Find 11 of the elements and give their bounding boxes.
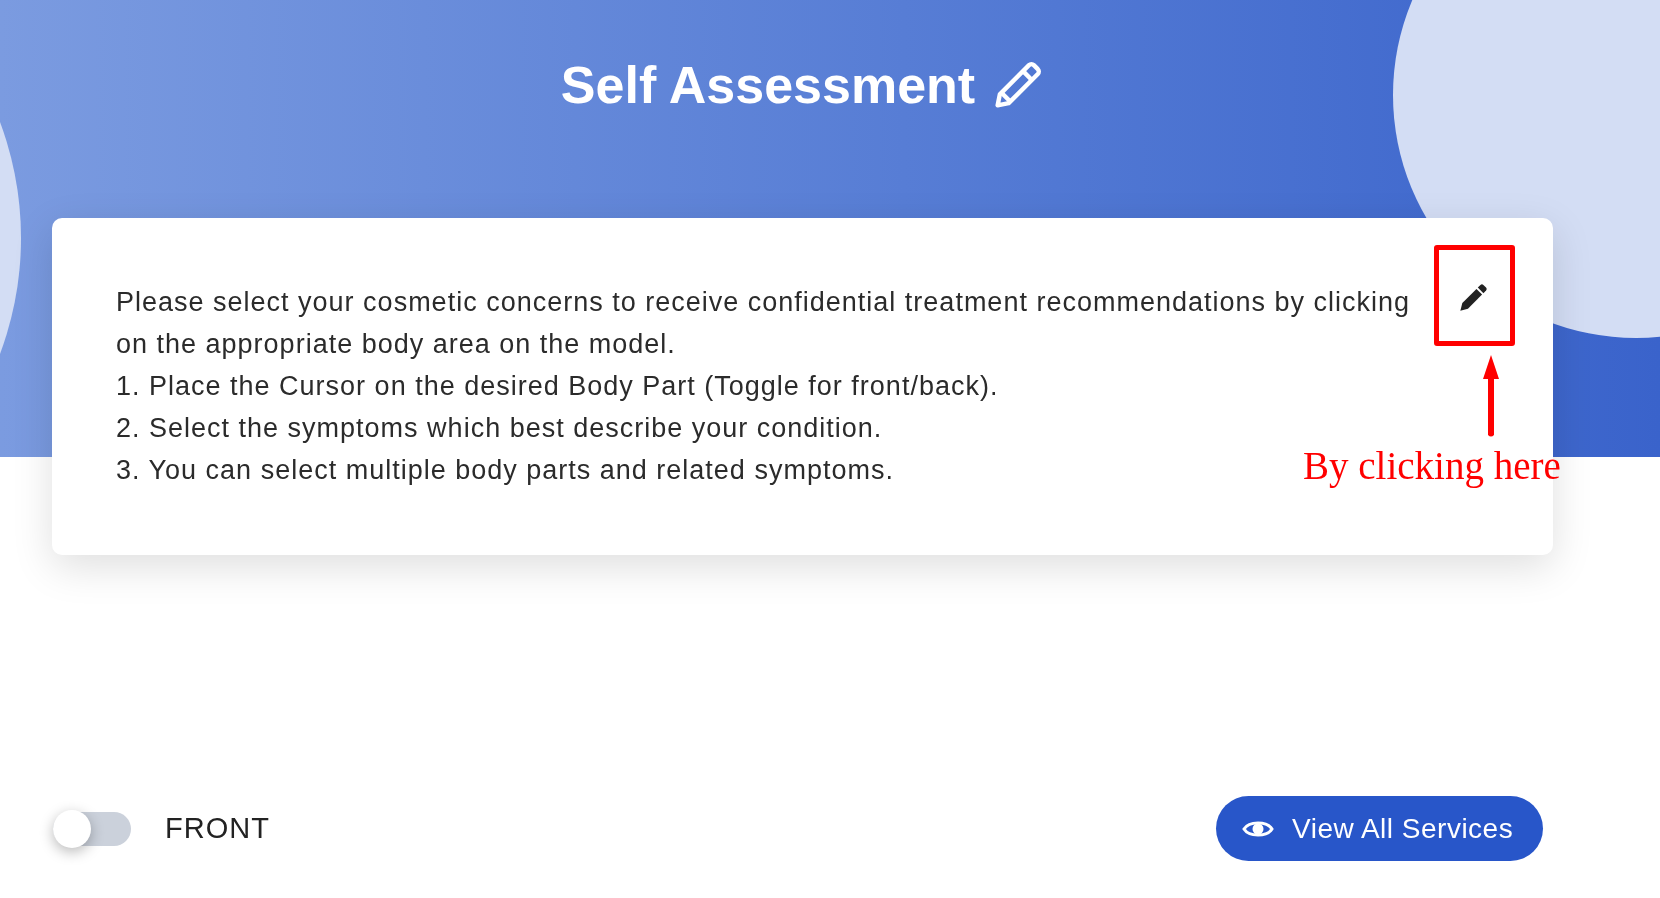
step-text: 2. Select the symptoms which best describe your condition. xyxy=(116,412,883,445)
page-title: Self Assessment xyxy=(560,55,976,115)
view-all-services-button[interactable]: View All Services xyxy=(1216,796,1543,861)
toggle-label: FRONT xyxy=(165,810,270,846)
annotation-text: By clicking here xyxy=(1303,443,1561,489)
step-text: 3. You can select multiple body parts and related symptoms. xyxy=(116,454,894,487)
step-text: 1. Place the Cursor on the desired Body Part (Toggle for front/back). xyxy=(116,370,999,403)
intro-text: Please select your cosmetic concerns to receive confidential treatment recommendations by clicking on the appropriate body area on the model. xyxy=(116,286,1412,361)
arrow-icon xyxy=(1482,355,1500,438)
toggle-switch[interactable] xyxy=(53,809,131,848)
pencil-icon xyxy=(1457,282,1489,314)
